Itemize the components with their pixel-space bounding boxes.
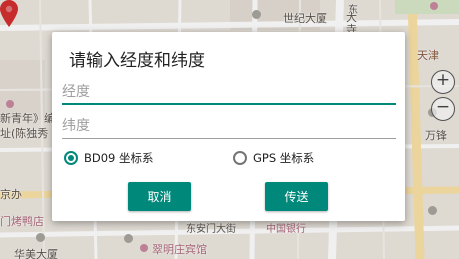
radio-gps[interactable]: GPS 坐标系 — [233, 149, 314, 167]
radio-bd09[interactable]: BD09 坐标系 — [64, 149, 154, 167]
longitude-input[interactable] — [62, 81, 396, 103]
longitude-underline — [62, 103, 396, 105]
send-button[interactable]: 传送 — [265, 182, 328, 211]
dialog-title: 请输入经度和纬度 — [69, 51, 205, 71]
radio-bd09-label: BD09 坐标系 — [84, 151, 154, 165]
latitude-underline — [62, 138, 396, 139]
radio-gps-indicator[interactable] — [233, 151, 247, 165]
radio-gps-label: GPS 坐标系 — [253, 151, 315, 165]
coordinate-dialog: 请输入经度和纬度 BD09 坐标系 GPS 坐标系 取消 传送 — [52, 32, 405, 221]
latitude-input[interactable] — [62, 115, 396, 137]
radio-bd09-indicator[interactable] — [64, 151, 78, 165]
cancel-button[interactable]: 取消 — [128, 182, 191, 211]
latitude-field[interactable] — [62, 115, 396, 139]
longitude-field[interactable] — [62, 81, 396, 105]
